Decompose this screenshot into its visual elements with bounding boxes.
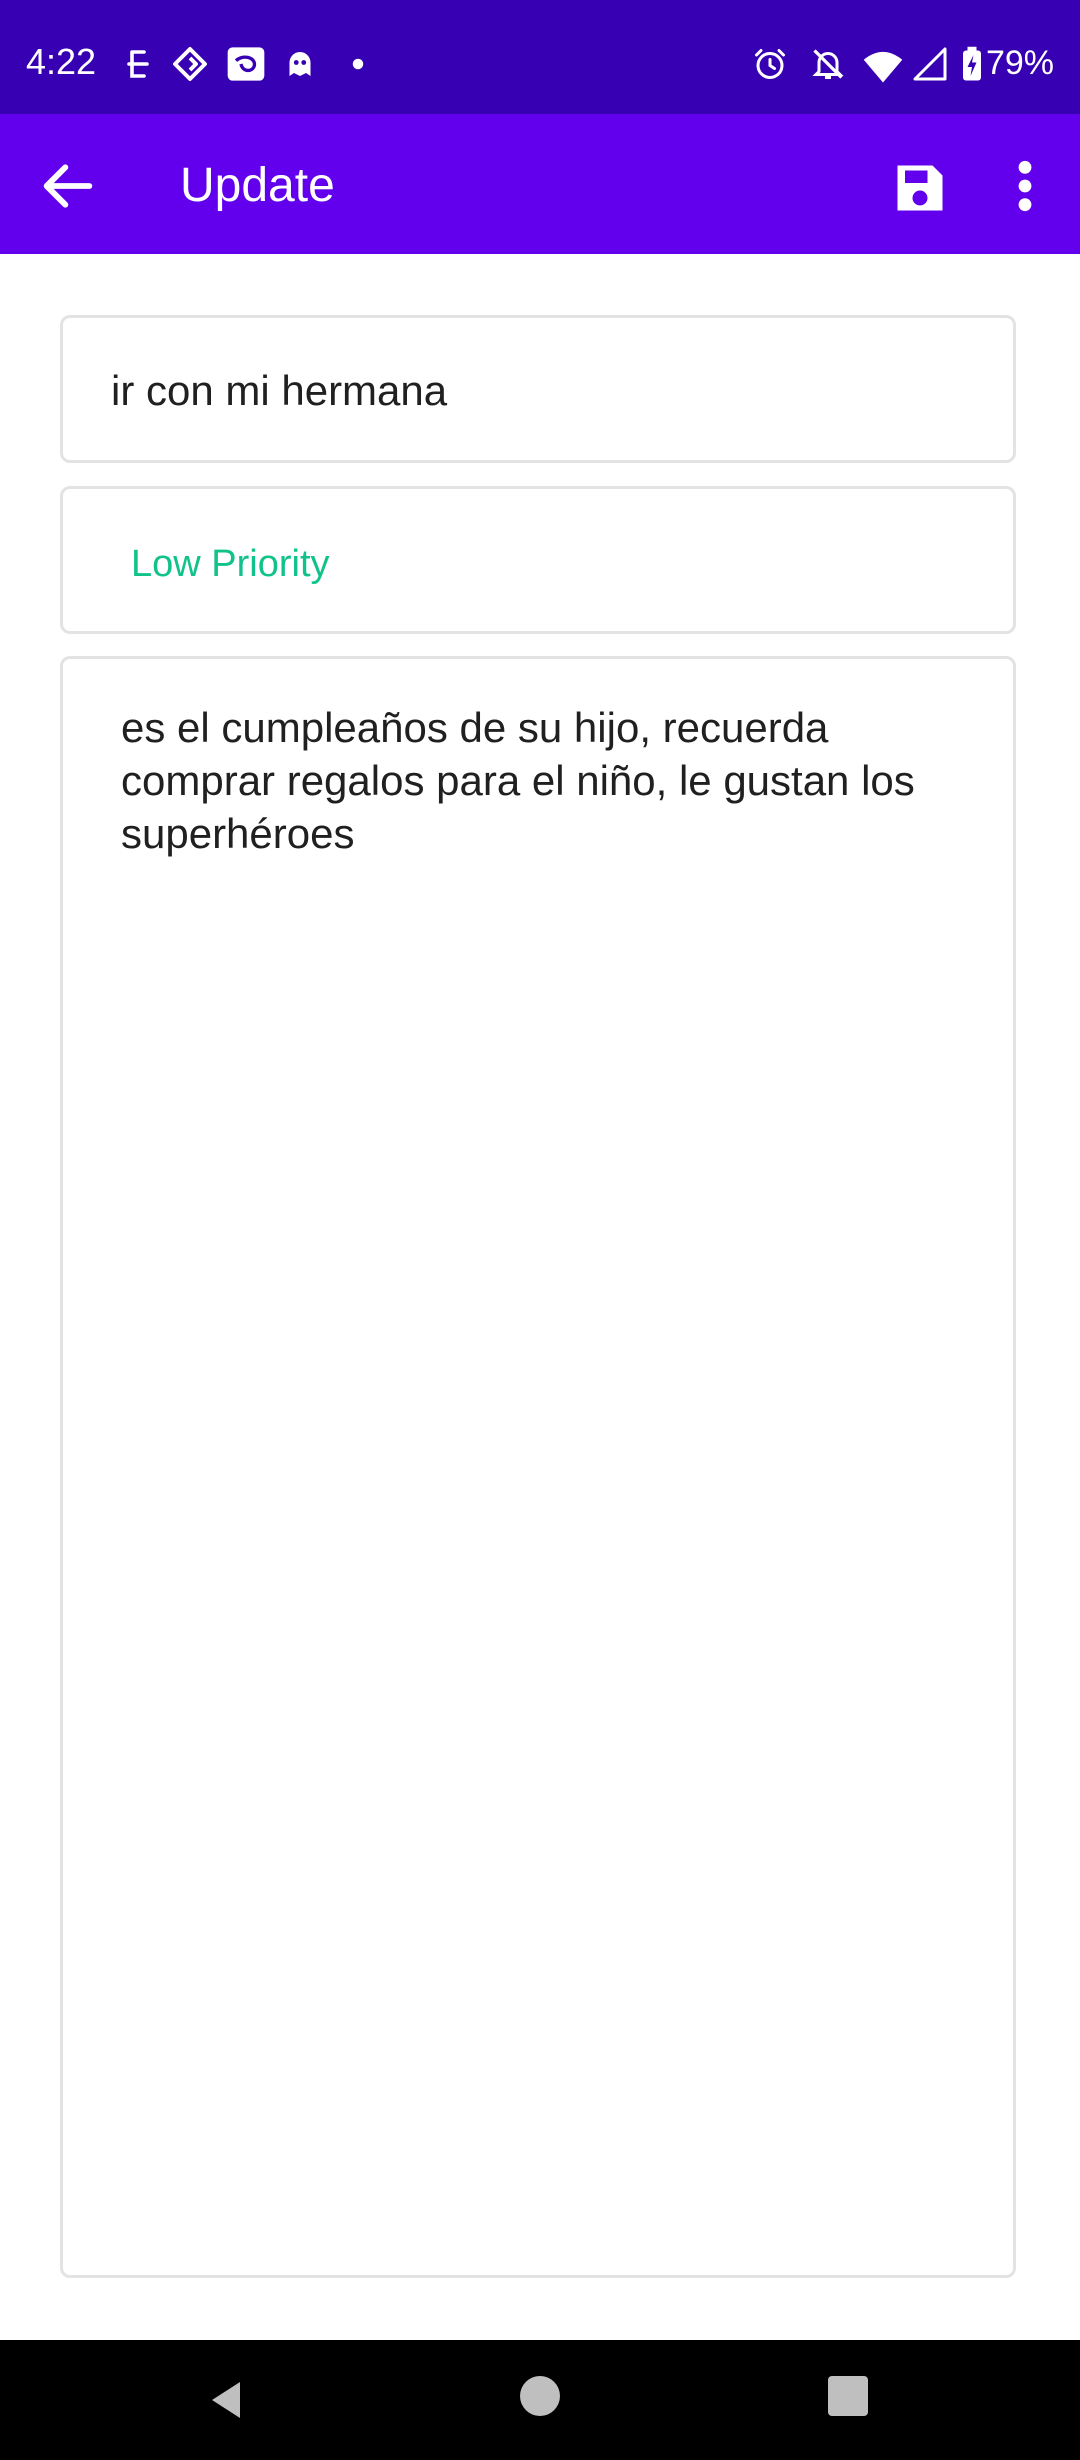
page-title: Update	[180, 159, 335, 212]
system-navigation-bar	[0, 2340, 1080, 2460]
ghost-app-icon	[289, 52, 311, 76]
save-icon[interactable]	[890, 158, 950, 218]
title-field[interactable]: ir con mi hermana	[60, 315, 1016, 463]
status-time: 4:22	[26, 41, 97, 82]
description-field[interactable]: es el cumpleaños de su hijo, recuerda co…	[60, 656, 1016, 2278]
cell-signal-icon	[913, 47, 947, 81]
battery-charging-icon	[963, 46, 981, 81]
nav-recents-icon[interactable]	[828, 2376, 868, 2416]
description-input-value: es el cumpleaños de su hijo, recuerda co…	[121, 704, 915, 857]
notification-dot-icon	[352, 58, 364, 70]
app-bar: Update	[0, 114, 1080, 254]
more-vert-icon[interactable]	[1000, 154, 1050, 218]
alarm-icon	[755, 49, 785, 79]
title-input-value: ir con mi hermana	[111, 367, 448, 414]
priority-dropdown[interactable]: Low Priority	[60, 486, 1016, 634]
arrow-back-icon[interactable]	[36, 154, 100, 218]
nav-back-icon[interactable]	[204, 2376, 252, 2424]
status-bar: 4:22 79%	[0, 0, 1080, 114]
threads-icon	[127, 50, 149, 78]
notifications-off-icon	[812, 49, 844, 79]
nav-home-icon[interactable]	[520, 2376, 560, 2416]
battery-percent: 79%	[985, 44, 1054, 82]
disney-plus-icon	[227, 47, 265, 81]
priority-selected-value: Low Priority	[131, 543, 330, 585]
wifi-icon	[863, 51, 903, 83]
diamond-app-icon	[173, 47, 207, 81]
